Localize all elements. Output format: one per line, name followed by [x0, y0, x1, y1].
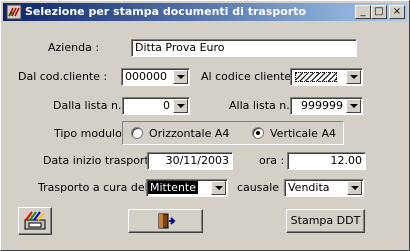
orizzontale-radio[interactable] — [131, 127, 143, 139]
causale-dropdown-icon[interactable] — [347, 181, 362, 195]
preview-button[interactable] — [18, 207, 52, 235]
window-title: Selezione per stampa documenti di traspo… — [25, 5, 307, 18]
causale-combo[interactable]: Vendita — [284, 179, 364, 197]
dalla-lista-value: 0 — [163, 99, 170, 112]
data-inizio-trasporto-field[interactable]: 30/11/2003 — [147, 152, 233, 170]
trasporto-a-cura-del-value: Mittente — [148, 181, 198, 194]
azienda-field[interactable]: Ditta Prova Euro — [131, 39, 357, 57]
stampa-ddt-label: Stampa DDT — [290, 214, 361, 227]
dal-cod-cliente-dropdown-icon[interactable] — [173, 70, 188, 84]
data-inizio-trasporto-label: Data inizio trasporto : — [43, 154, 163, 167]
close-button[interactable]: × — [389, 5, 405, 19]
window-app-icon — [6, 4, 22, 20]
causale-value: Vendita — [288, 181, 330, 194]
dal-cod-cliente-label: Dal cod.cliente : — [18, 70, 108, 83]
title-bar: Selezione per stampa documenti di traspo… — [3, 3, 407, 21]
dialog-window: Selezione per stampa documenti di traspo… — [0, 0, 410, 251]
trasporto-a-cura-del-label: Trasporto a cura del : — [38, 181, 155, 194]
dal-cod-cliente-value: 000000 — [125, 70, 167, 83]
dal-cod-cliente-combo[interactable]: 000000 — [121, 68, 190, 86]
causale-label: causale : — [237, 181, 287, 194]
exit-button[interactable] — [128, 209, 203, 233]
alla-lista-label: Alla lista n. : — [229, 99, 297, 112]
maximize-button[interactable]: □ — [371, 5, 387, 19]
al-codice-cliente-label: Al codice cliente : — [201, 70, 299, 83]
al-codice-cliente-combo[interactable] — [290, 68, 363, 86]
alla-lista-dropdown-icon[interactable] — [346, 99, 361, 113]
verticale-radio[interactable] — [252, 127, 264, 139]
orizzontale-label[interactable]: Orizzontale A4 — [149, 127, 229, 141]
dalla-lista-combo[interactable]: 0 — [122, 97, 190, 115]
alla-lista-combo[interactable]: 999999 — [290, 97, 363, 115]
tipo-modulo-label: Tipo modulo — [54, 127, 122, 140]
dalla-lista-label: Dalla lista n. : — [53, 99, 129, 112]
ora-field[interactable]: 12.00 — [287, 152, 366, 170]
al-codice-cliente-dropdown-icon[interactable] — [346, 70, 361, 84]
stampa-ddt-button[interactable]: Stampa DDT — [286, 209, 365, 233]
exit-door-icon — [158, 213, 175, 229]
ora-value: 12.00 — [330, 154, 363, 167]
printer-color-icon — [24, 211, 46, 230]
verticale-label[interactable]: Verticale A4 — [270, 127, 336, 141]
alla-lista-value: 999999 — [301, 99, 343, 112]
trasporto-a-cura-del-combo[interactable]: Mittente — [146, 179, 228, 197]
al-codice-cliente-max-pattern — [295, 72, 337, 82]
dalla-lista-dropdown-icon[interactable] — [173, 99, 188, 113]
ora-label: ora : — [259, 154, 285, 167]
minimize-button[interactable]: _ — [355, 5, 371, 19]
azienda-value: Ditta Prova Euro — [135, 41, 225, 54]
trasporto-a-cura-del-dropdown-icon[interactable] — [211, 181, 226, 195]
azienda-label: Azienda : — [48, 41, 100, 54]
data-inizio-trasporto-value: 30/11/2003 — [165, 154, 229, 167]
